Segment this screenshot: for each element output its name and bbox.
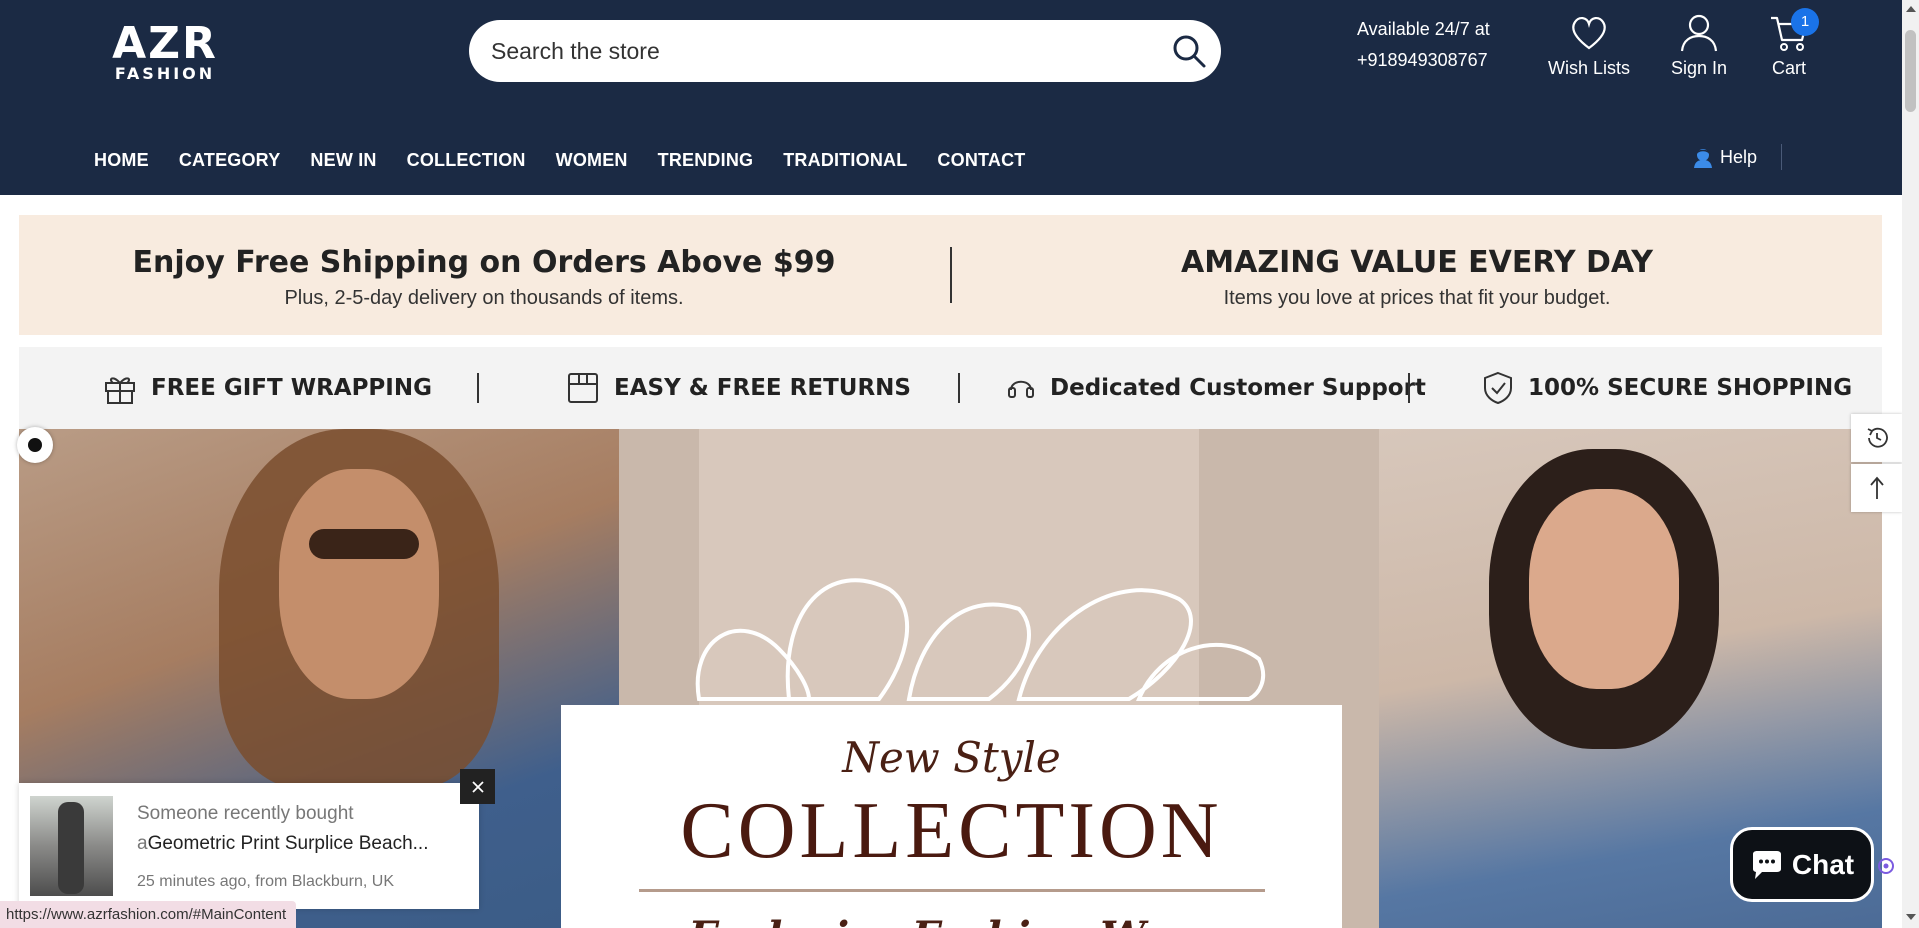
shield-check-icon (1484, 371, 1512, 405)
collection-card: New Style COLLECTION Exclusive Fashion W… (561, 705, 1342, 928)
status-bar-url: https://www.azrfashion.com/#MainContent (0, 901, 297, 928)
feature-secure-label: 100% SECURE SHOPPING (1528, 375, 1853, 401)
header-divider (1781, 144, 1782, 170)
feature-separator (958, 373, 960, 403)
leaf-decoration (695, 578, 1266, 701)
chat-bubble-icon (1752, 850, 1781, 879)
feature-returns-label: EASY & FREE RETURNS (614, 375, 911, 401)
slider-dot[interactable] (17, 427, 53, 463)
nav-collection[interactable]: COLLECTION (407, 150, 526, 171)
feature-gift-label: FREE GIFT WRAPPING (151, 375, 432, 401)
feature-support: Dedicated Customer Support (1006, 367, 1426, 409)
wishlist-label: Wish Lists (1547, 58, 1630, 78)
feature-support-label: Dedicated Customer Support (1050, 375, 1426, 401)
hero-rule (639, 889, 1265, 892)
page-scrollbar[interactable] (1902, 0, 1919, 928)
headset-icon (1008, 380, 1034, 398)
promo-value: AMAZING VALUE EVERY DAY Items you love a… (952, 243, 1882, 313)
feature-separator (1408, 373, 1410, 403)
scroll-up-arrow[interactable] (1906, 6, 1916, 12)
nav-traditional[interactable]: TRADITIONAL (783, 150, 907, 171)
popup-product[interactable]: aGeometric Print Surplice Beach... (137, 833, 428, 855)
product-thumbnail[interactable] (30, 796, 113, 896)
help-link[interactable]: Help (1692, 146, 1757, 168)
nav-new-in[interactable]: NEW IN (310, 150, 376, 171)
user-icon (1680, 14, 1718, 52)
promo-value-title: AMAZING VALUE EVERY DAY (1181, 245, 1653, 280)
promo-banner: Enjoy Free Shipping on Orders Above $99 … (19, 215, 1882, 335)
sunglasses (309, 529, 419, 559)
feature-strip: FREE GIFT WRAPPING EASY & FREE RETURNS D… (19, 347, 1882, 429)
feature-gift-wrapping: FREE GIFT WRAPPING (103, 367, 432, 409)
popup-meta: 25 minutes ago, from Blackburn, UK (137, 873, 395, 890)
hero-line3: Exclusive Fashion Wear (561, 913, 1342, 928)
chat-label: Chat (1791, 848, 1855, 880)
promo-shipping-title: Enjoy Free Shipping on Orders Above $99 (132, 245, 836, 280)
search-icon[interactable] (1171, 33, 1207, 69)
help-label: Help (1720, 146, 1758, 167)
gift-icon (105, 377, 135, 404)
feature-separator (477, 373, 479, 403)
history-icon (1867, 427, 1888, 448)
nav-women[interactable]: WOMEN (556, 150, 628, 171)
chat-button[interactable]: Chat (1730, 827, 1874, 902)
cart-count-badge: 1 (1791, 8, 1819, 36)
popup-prefix: a (137, 833, 148, 854)
promo-value-subtitle: Items you love at prices that fit your b… (1223, 287, 1611, 309)
logo-text-top: AZR (112, 18, 218, 69)
availability-phone[interactable]: +918949308767 (1357, 45, 1490, 76)
signin-button[interactable]: Sign In (1654, 14, 1744, 79)
feature-returns: EASY & FREE RETURNS (566, 367, 911, 409)
search-bar (469, 20, 1221, 82)
popup-close-button[interactable] (460, 769, 495, 804)
main-nav: HOME CATEGORY NEW IN COLLECTION WOMEN TR… (94, 150, 1025, 171)
popup-intro: Someone recently bought (137, 803, 354, 824)
wishlist-button[interactable]: Wish Lists (1544, 14, 1634, 79)
feature-secure: 100% SECURE SHOPPING (1482, 367, 1852, 409)
promo-shipping-subtitle: Plus, 2-5-day delivery on thousands of i… (284, 287, 684, 309)
availability-line1: Available 24/7 at (1357, 19, 1490, 39)
cart-button[interactable]: Cart (1744, 14, 1834, 79)
close-icon (471, 780, 484, 793)
heart-icon (1572, 17, 1606, 50)
availability-info: Available 24/7 at +918949308767 (1357, 14, 1490, 76)
cart-label: Cart (1771, 58, 1806, 78)
promo-shipping: Enjoy Free Shipping on Orders Above $99 … (19, 243, 949, 313)
nav-home[interactable]: HOME (94, 150, 149, 171)
scrollbar-thumb[interactable] (1905, 30, 1916, 112)
hero-line1: New Style (842, 733, 1061, 782)
logo[interactable]: AZR FASHION (110, 22, 220, 82)
nav-contact[interactable]: CONTACT (937, 150, 1025, 171)
popup-product-name: Geometric Print Surplice Beach... (147, 833, 429, 854)
back-to-top-button[interactable] (1851, 464, 1902, 512)
signin-label: Sign In (1670, 58, 1728, 78)
site-header: AZR FASHION Available 24/7 at +918949308… (0, 0, 1902, 195)
logo-text-bottom: FASHION (114, 64, 216, 83)
scroll-down-arrow[interactable] (1906, 914, 1916, 920)
arrow-up-icon (1869, 476, 1884, 499)
nav-trending[interactable]: TRENDING (658, 150, 754, 171)
hero-line2: COLLECTION (680, 787, 1223, 875)
nav-category[interactable]: CATEGORY (179, 150, 281, 171)
search-input[interactable] (491, 20, 1131, 82)
box-icon (568, 373, 598, 403)
support-agent-icon (1694, 149, 1712, 168)
recently-viewed-button[interactable] (1851, 414, 1902, 462)
accessibility-icon[interactable] (1876, 856, 1896, 876)
recent-purchase-popup[interactable]: Someone recently bought aGeometric Print… (19, 769, 495, 909)
